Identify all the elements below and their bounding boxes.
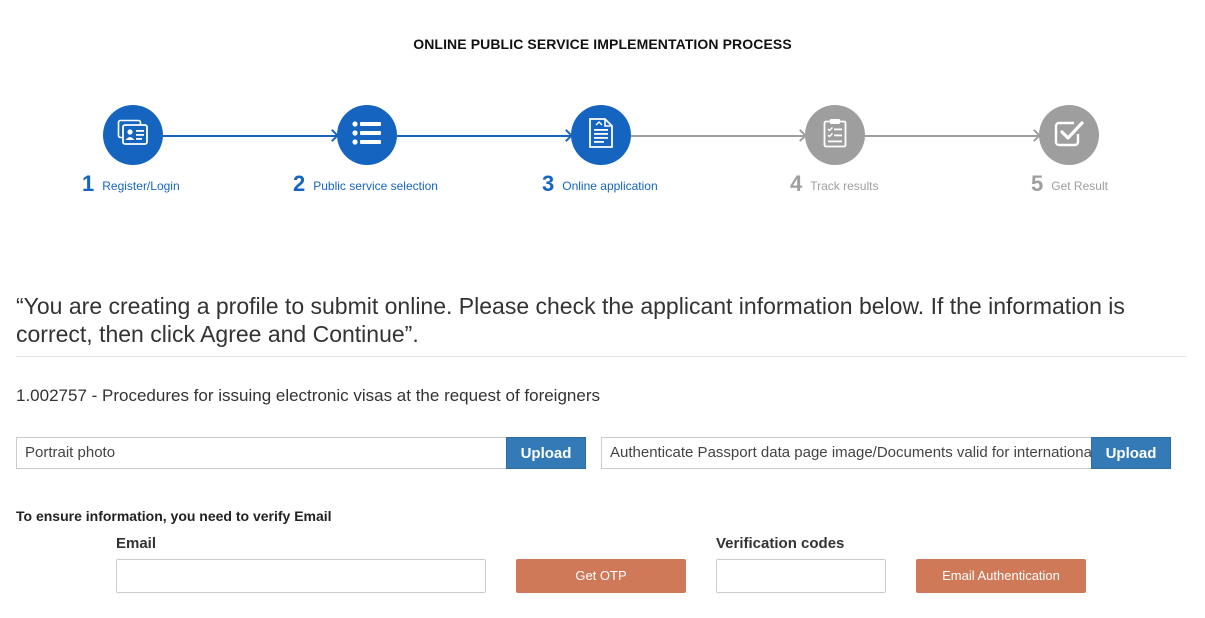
- clipboard-checklist-icon: [823, 118, 847, 153]
- step-connector-2-3: [397, 135, 574, 137]
- verification-code-label: Verification codes: [716, 535, 845, 552]
- step-connector-4-5: [865, 135, 1042, 137]
- step-4-circle: [805, 105, 865, 165]
- step-text: Register/Login: [102, 179, 180, 193]
- verify-email-heading: To ensure information, you need to verif…: [16, 508, 332, 524]
- step-2-circle: [337, 105, 397, 165]
- step-1-label: 1 Register/Login: [82, 172, 180, 196]
- step-3-circle: [571, 105, 631, 165]
- step-5-label: 5 Get Result: [1031, 172, 1108, 196]
- step-number: 5: [1031, 171, 1044, 196]
- page-title: ONLINE PUBLIC SERVICE IMPLEMENTATION PRO…: [413, 36, 792, 52]
- step-5-circle: [1039, 105, 1099, 165]
- step-text: Public service selection: [313, 179, 438, 193]
- step-4-label: 4 Track results: [790, 172, 878, 196]
- step-text: Get Result: [1051, 179, 1108, 193]
- verification-code-input[interactable]: [716, 559, 886, 593]
- document-icon: [588, 117, 614, 154]
- step-connector-3-4: [631, 135, 808, 137]
- list-icon: [352, 120, 382, 150]
- instruction-notice: “You are creating a profile to submit on…: [16, 293, 1125, 347]
- get-otp-button[interactable]: Get OTP: [516, 559, 686, 593]
- portrait-photo-field[interactable]: Portrait photo: [16, 437, 506, 469]
- email-input[interactable]: [116, 559, 486, 593]
- step-number: 4: [790, 171, 803, 196]
- email-label: Email: [116, 535, 157, 552]
- passport-image-field[interactable]: Authenticate Passport data page image/Do…: [601, 437, 1091, 469]
- check-square-icon: [1054, 119, 1084, 152]
- id-card-icon: [117, 119, 149, 152]
- step-2-label: 2 Public service selection: [293, 172, 438, 196]
- procedure-title: 1.002757 - Procedures for issuing electr…: [16, 386, 600, 405]
- divider: [16, 356, 1186, 357]
- step-number: 2: [293, 171, 306, 196]
- step-text: Online application: [562, 179, 658, 193]
- passport-upload-button[interactable]: Upload: [1091, 437, 1171, 469]
- step-1-circle: [103, 105, 163, 165]
- step-3-label: 3 Online application: [542, 172, 658, 196]
- portrait-upload-group: Portrait photo Upload: [16, 437, 586, 469]
- step-number: 3: [542, 171, 555, 196]
- step-number: 1: [82, 171, 95, 196]
- email-authentication-button[interactable]: Email Authentication: [916, 559, 1086, 593]
- portrait-upload-button[interactable]: Upload: [506, 437, 586, 469]
- passport-upload-group: Authenticate Passport data page image/Do…: [601, 437, 1171, 469]
- step-connector-1-2: [163, 135, 340, 137]
- step-text: Track results: [810, 179, 879, 193]
